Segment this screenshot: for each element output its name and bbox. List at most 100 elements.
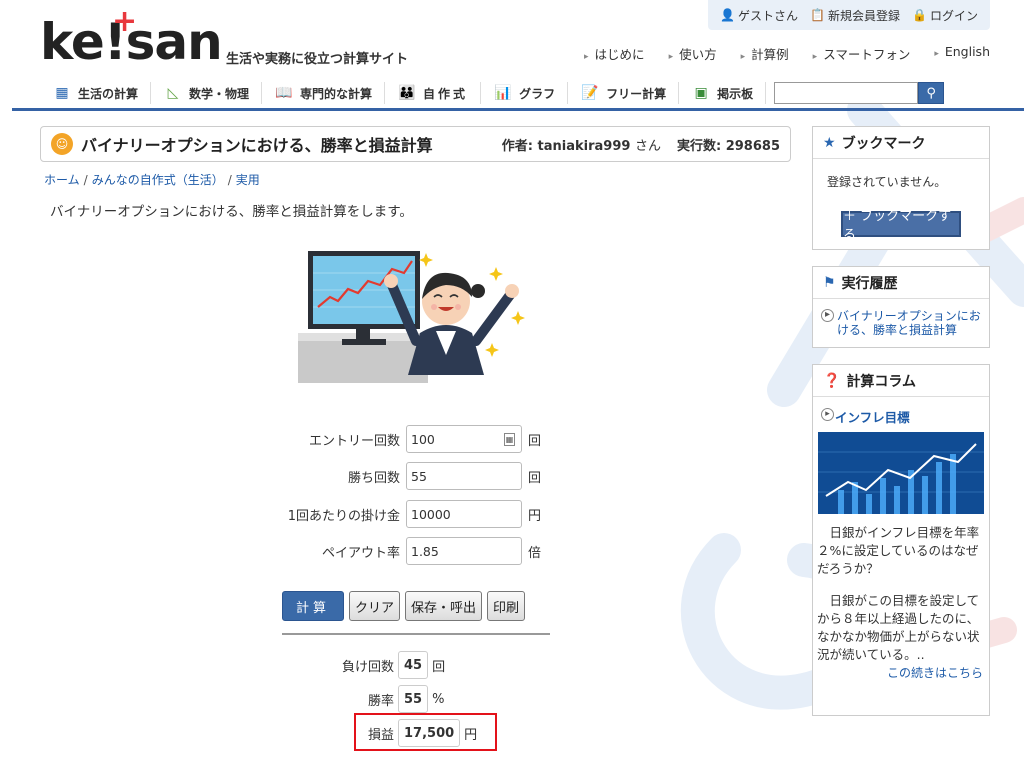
input-value: 55 bbox=[411, 468, 427, 484]
print-button[interactable]: 印刷 bbox=[487, 591, 526, 621]
loss-count-value: 45 bbox=[398, 651, 429, 679]
clear-button[interactable]: クリア bbox=[349, 591, 401, 621]
author-link[interactable]: taniakira999 bbox=[538, 139, 631, 154]
register-link[interactable]: 📋 新規会員登録 bbox=[810, 7, 900, 24]
nav-label: 自作式 bbox=[423, 86, 469, 101]
page-title: バイナリーオプションにおける、勝率と損益計算 bbox=[81, 136, 433, 155]
result-divider bbox=[282, 633, 550, 635]
result-unit: % bbox=[432, 691, 445, 707]
win-rate-value: 55 bbox=[398, 685, 429, 713]
bar-chart-icon: 📊 bbox=[494, 85, 512, 101]
field-payout-rate: ペイアウト率 1.85 倍 bbox=[270, 536, 541, 566]
nav-professional[interactable]: 📖 専門的な計算 bbox=[262, 82, 386, 104]
input-value: 10000 bbox=[411, 506, 451, 522]
topnav-intro[interactable]: はじめに bbox=[584, 44, 645, 63]
nav-board[interactable]: ▣ 掲示板 bbox=[679, 82, 767, 104]
breadcrumb: ホーム / みんなの自作式（生活） / 実用 bbox=[44, 173, 260, 187]
nav-graph[interactable]: 📊 グラフ bbox=[481, 82, 569, 104]
bookmark-button[interactable]: ＋ ブックマークする bbox=[841, 209, 961, 243]
field-unit: 倍 bbox=[528, 545, 542, 561]
author-label: 作者: bbox=[501, 138, 533, 154]
field-label: エントリー回数 bbox=[308, 433, 400, 449]
payout-rate-input[interactable]: 1.85 bbox=[406, 537, 522, 565]
input-value: 1.85 bbox=[411, 543, 439, 559]
register-icon: 📋 bbox=[810, 8, 826, 22]
people-icon: 👪 bbox=[398, 85, 416, 101]
win-count-input[interactable]: 55 bbox=[406, 462, 522, 490]
login-link[interactable]: 🔒 ログイン bbox=[912, 7, 978, 24]
result-win-rate: 勝率 55 % bbox=[300, 684, 444, 714]
calc-title-bar: ☺ バイナリーオプションにおける、勝率と損益計算 作者: taniakira99… bbox=[40, 126, 791, 162]
field-unit: 回 bbox=[528, 470, 542, 486]
result-label: 負け回数 bbox=[341, 659, 394, 675]
page-description: バイナリーオプションにおける、勝率と損益計算をします。 bbox=[50, 204, 413, 220]
field-label: ペイアウト率 bbox=[321, 545, 400, 561]
exec-label: 実行数: bbox=[676, 138, 722, 154]
field-label: 1回あたりの掛け金 bbox=[287, 508, 400, 524]
site-header: + ke!san 生活や実務に役立つ計算サイト 👤 ゲストさん 📋 新規会員登録 🔒… bbox=[0, 0, 1024, 112]
nav-life-calc[interactable]: ▦ 生活の計算 bbox=[40, 82, 152, 104]
site-tagline: 生活や実務に役立つ計算サイト bbox=[226, 52, 409, 67]
history-item[interactable]: バイナリーオプションにおける、勝率と損益計算 bbox=[813, 299, 989, 337]
nav-label: グラフ bbox=[519, 86, 556, 101]
keypad-icon[interactable]: ▦ bbox=[504, 433, 515, 446]
site-logo[interactable]: + ke!san bbox=[40, 4, 223, 70]
flag-icon: ⚑ bbox=[823, 274, 836, 291]
read-more-link[interactable]: この続きはこちら bbox=[813, 664, 989, 681]
column-text-1: 日銀がインフレ目標を年率２%に設定しているのはなぜだろうか？ bbox=[817, 525, 980, 576]
action-buttons: 計算 クリア 保存・呼出 印刷 bbox=[282, 591, 526, 621]
column-text-2: 日銀がこの目標を設定してから８年以上経過したのに、なかなか物価が上がらない状況が… bbox=[817, 593, 980, 662]
guest-label: ゲストさん bbox=[738, 8, 799, 23]
field-unit: 回 bbox=[528, 433, 542, 449]
account-bar: 👤 ゲストさん 📋 新規会員登録 🔒 ログイン bbox=[708, 0, 990, 30]
exec-info: 実行数: 298685 bbox=[677, 135, 780, 154]
breadcrumb-home[interactable]: ホーム bbox=[44, 173, 80, 187]
column-link[interactable]: インフレ目標 bbox=[813, 397, 989, 426]
field-win-count: 勝ち回数 55 回 bbox=[270, 461, 541, 491]
history-panel: ⚑ 実行履歴 バイナリーオプションにおける、勝率と損益計算 bbox=[812, 266, 990, 348]
bookmark-panel: ★ ブックマーク 登録されていません。 ＋ ブックマークする bbox=[812, 126, 990, 250]
result-label: 勝率 bbox=[367, 693, 394, 709]
save-load-button[interactable]: 保存・呼出 bbox=[405, 591, 483, 621]
topnav-examples[interactable]: 計算例 bbox=[741, 44, 789, 63]
nav-math-physics[interactable]: ◺ 数学・物理 bbox=[151, 82, 263, 104]
memo-icon: 📝 bbox=[581, 85, 599, 101]
search-button[interactable]: ⚲ bbox=[918, 82, 945, 104]
formula-icon: ☺ bbox=[51, 133, 73, 155]
field-label: 勝ち回数 bbox=[347, 470, 400, 486]
history-title: 実行履歴 bbox=[841, 275, 898, 292]
user-icon: 👤 bbox=[720, 8, 736, 22]
breadcrumb-category[interactable]: みんなの自作式（生活） bbox=[92, 173, 224, 187]
bet-amount-input[interactable]: 10000 bbox=[406, 500, 522, 528]
nav-free-calc[interactable]: 📝 フリー計算 bbox=[568, 82, 680, 104]
register-label: 新規会員登録 bbox=[828, 8, 901, 23]
topnav-english[interactable]: English bbox=[934, 44, 990, 63]
nav-label: フリー計算 bbox=[606, 86, 667, 101]
field-bet-amount: 1回あたりの掛け金 10000 円 bbox=[270, 499, 541, 529]
bookmark-header: ★ ブックマーク bbox=[813, 127, 989, 159]
author-info: 作者: taniakira999 さん bbox=[502, 135, 661, 154]
topnav-smartphone[interactable]: スマートフォン bbox=[813, 44, 910, 63]
ruler-triangle-icon: ◺ bbox=[167, 85, 179, 101]
logo-plus-icon: + bbox=[112, 4, 138, 39]
field-unit: 円 bbox=[528, 508, 542, 524]
result-unit: 回 bbox=[432, 659, 446, 675]
guest-link[interactable]: 👤 ゲストさん bbox=[720, 7, 798, 24]
calculator-icon: ▦ bbox=[55, 85, 69, 101]
calculate-button[interactable]: 計算 bbox=[282, 591, 344, 621]
nav-label: 数学・物理 bbox=[189, 86, 250, 101]
topnav-howto[interactable]: 使い方 bbox=[669, 44, 717, 63]
search-input[interactable] bbox=[774, 82, 919, 104]
profit-highlight-box bbox=[354, 713, 497, 751]
field-entry-count: エントリー回数 100 ▦ 回 bbox=[270, 424, 541, 454]
trader-illustration bbox=[298, 251, 525, 383]
entry-count-input[interactable]: 100 ▦ bbox=[406, 425, 522, 453]
nav-custom[interactable]: 👪 自作式 bbox=[385, 82, 482, 104]
question-icon: ❓ bbox=[823, 372, 841, 389]
nav-label: 生活の計算 bbox=[78, 86, 139, 101]
exec-count: 298685 bbox=[725, 138, 780, 154]
column-header: ❓ 計算コラム bbox=[813, 365, 989, 397]
nav-label: 専門的な計算 bbox=[300, 86, 373, 101]
breadcrumb-sub[interactable]: 実用 bbox=[236, 173, 260, 187]
history-header: ⚑ 実行履歴 bbox=[813, 267, 989, 299]
